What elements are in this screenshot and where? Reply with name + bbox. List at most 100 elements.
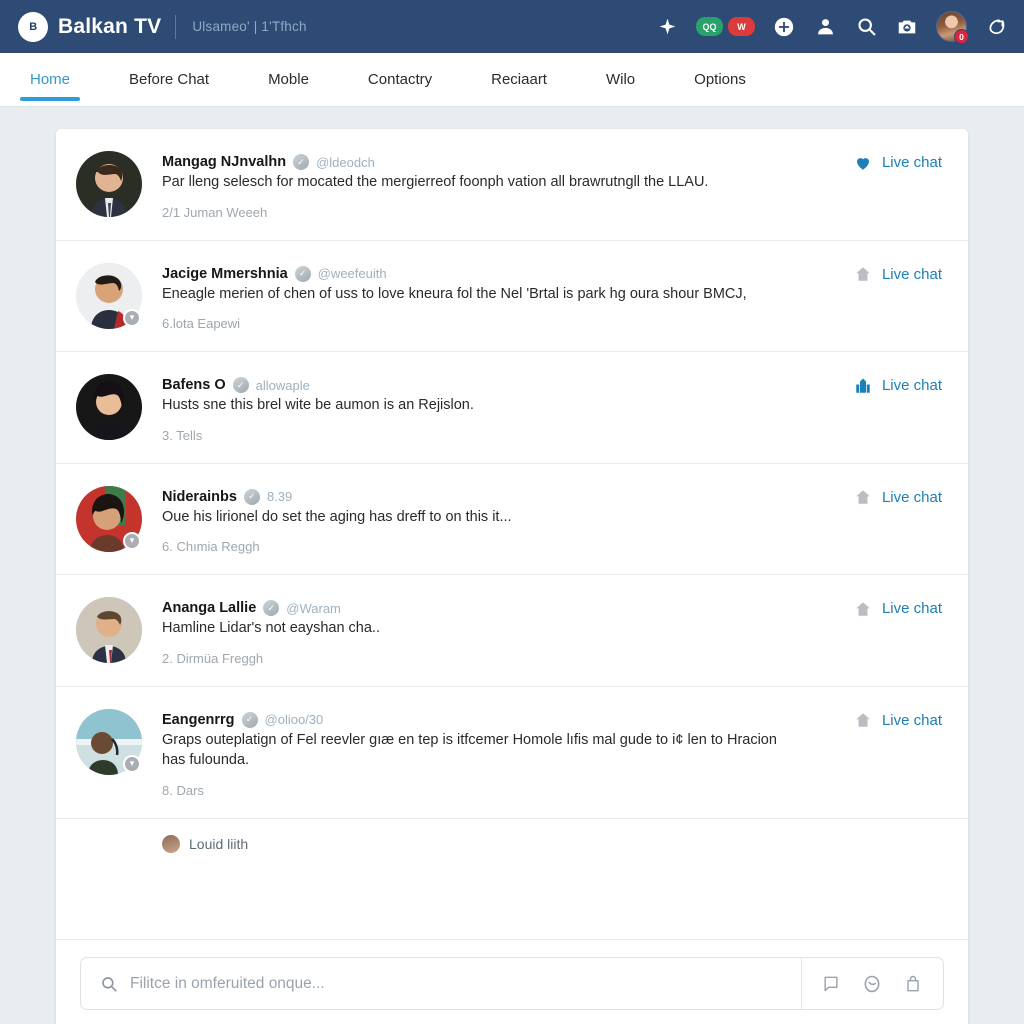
add-circle-icon[interactable]	[772, 15, 796, 39]
row-body: Niderainbs ✓ 8.39 Oue his lirionel do se…	[162, 486, 942, 555]
verified-icon: ✓	[232, 377, 249, 394]
tab-before-chat[interactable]: Before Chat	[123, 53, 215, 106]
search-icon	[99, 974, 118, 993]
refresh-leaf-icon[interactable]	[984, 15, 1008, 39]
tab-home[interactable]: Home	[19, 53, 81, 106]
avatar	[76, 597, 142, 664]
live-chat-label: Live chat	[881, 488, 942, 506]
row-avatar-wrap: ▾	[76, 262, 142, 329]
search-left	[81, 958, 801, 1009]
status-pill-red[interactable]: W	[728, 17, 755, 36]
home-icon	[854, 711, 873, 730]
live-chat-button[interactable]: Live chat	[854, 711, 942, 730]
feed-footnote[interactable]: Louid liith	[56, 819, 968, 854]
brand-logo-icon: B	[18, 11, 48, 42]
live-chat-button[interactable]: Live chat	[854, 488, 942, 507]
feed-row[interactable]: ▾ Jacige Mmershnia ✓ @weefeuith Eneagle …	[56, 241, 968, 353]
app-header: B Balkan TV Ulsameo' | 1'Tfhch QQ W 0	[0, 0, 1024, 53]
live-chat-label: Live chat	[881, 154, 942, 171]
row-name: Ananga Lallie	[162, 600, 257, 617]
search-icon[interactable]	[854, 15, 878, 39]
live-chat-button[interactable]: Live chat	[854, 265, 942, 284]
row-head: Mangag NJnvalhn ✓ @ldeodch	[162, 154, 942, 170]
avatar-badge-icon: ▾	[123, 531, 141, 550]
row-head: Bafens O ✓ allowaple	[162, 377, 942, 394]
row-body: Jacige Mmershnia ✓ @weefeuith Eneagle me…	[162, 263, 942, 332]
status-pill-green[interactable]: QQ	[696, 17, 723, 36]
user-avatar[interactable]: 0	[936, 11, 969, 44]
feed-row[interactable]: ▾ Niderainbs ✓ 8.39 Oue his lirionel do …	[56, 464, 968, 576]
row-head: Niderainbs ✓ 8.39	[162, 488, 942, 505]
row-handle: allowaple	[255, 377, 310, 393]
row-meta: 6.lota Eapewi	[162, 316, 241, 332]
tab-moble[interactable]: Moble	[262, 53, 315, 106]
tab-contactry[interactable]: Contactry	[362, 53, 438, 106]
row-avatar-wrap	[76, 374, 142, 441]
feed-row[interactable]: Bafens O ✓ allowaple Husts sne this brel…	[56, 352, 968, 464]
row-head: Jacige Mmershnia ✓ @weefeuith	[162, 265, 942, 282]
verified-icon: ✓	[243, 488, 260, 505]
footnote-label: Louid liith	[189, 836, 249, 853]
row-body: Mangag NJnvalhn ✓ @ldeodch Par lleng sel…	[162, 151, 942, 220]
person-icon[interactable]	[813, 15, 837, 39]
avatar	[76, 374, 142, 441]
row-handle: @weefeuith	[317, 266, 387, 282]
comment-icon[interactable]	[820, 973, 842, 995]
header-divider	[175, 14, 177, 39]
feed-row[interactable]: Mangag NJnvalhn ✓ @ldeodch Par lleng sel…	[56, 129, 968, 241]
tab-bar: Home Before Chat Moble Contactry Reciaar…	[0, 53, 1024, 107]
row-avatar-wrap: ▾	[76, 485, 142, 552]
verified-icon: ✓	[293, 154, 310, 170]
row-text: Graps outeplatign of Fel reevler gıæ en …	[162, 731, 777, 769]
sparkle-icon[interactable]	[655, 15, 679, 39]
row-handle: @olioo/30	[264, 712, 324, 728]
row-name: Eangenrrg	[162, 711, 235, 728]
row-meta: 3. Tells	[162, 427, 203, 443]
row-text: Par lleng selesch for mocated the mergie…	[162, 174, 709, 190]
row-name: Bafens O	[162, 377, 226, 394]
row-head: Ananga Lallie ✓ @Waram	[162, 600, 942, 617]
status-pill-group[interactable]: QQ W	[696, 17, 755, 36]
search-input[interactable]	[130, 974, 783, 993]
feed-list: Mangag NJnvalhn ✓ @ldeodch Par lleng sel…	[56, 129, 968, 939]
brand-name: Balkan TV	[58, 14, 162, 38]
live-chat-button[interactable]: Live chat	[854, 376, 942, 395]
live-chat-label: Live chat	[881, 600, 942, 618]
tab-reciaart[interactable]: Reciaart	[485, 53, 553, 106]
camera-icon[interactable]	[895, 15, 919, 39]
live-chat-button[interactable]: Live chat	[854, 599, 942, 618]
live-chat-button[interactable]: Live chat	[854, 153, 942, 172]
row-body: Bafens O ✓ allowaple Husts sne this brel…	[162, 374, 942, 443]
live-chat-label: Live chat	[881, 265, 942, 283]
tab-options[interactable]: Options	[688, 53, 752, 106]
notification-badge: 0	[954, 29, 969, 44]
feed-row[interactable]: ▾ Eangenrrg ✓ @olioo/30 Graps outeplatig…	[56, 687, 968, 820]
verified-icon: ✓	[294, 265, 311, 282]
bag-icon[interactable]	[902, 973, 924, 995]
row-avatar-wrap	[76, 151, 142, 217]
brand-group[interactable]: B Balkan TV	[18, 11, 162, 42]
emoji-icon[interactable]	[861, 973, 883, 995]
verified-icon: ✓	[241, 711, 258, 728]
avatar-badge-icon: ▾	[123, 754, 141, 773]
row-name: Jacige Mmershnia	[162, 265, 288, 282]
row-body: Ananga Lallie ✓ @Waram Hamline Lidar's n…	[162, 597, 942, 666]
footnote-avatar-icon	[162, 835, 180, 854]
building-icon	[854, 376, 873, 395]
feed-row[interactable]: Ananga Lallie ✓ @Waram Hamline Lidar's n…	[56, 575, 968, 687]
row-name: Niderainbs	[162, 488, 237, 505]
row-meta: 8. Dars	[162, 783, 204, 799]
row-avatar-wrap	[76, 597, 142, 664]
row-meta: 2. Dirmüa Freggh	[162, 650, 264, 666]
brand-logo-mark: B	[29, 20, 37, 33]
home-icon	[854, 265, 873, 284]
main-stage: Mangag NJnvalhn ✓ @ldeodch Par lleng sel…	[0, 107, 1024, 1024]
row-handle: @ldeodch	[316, 154, 375, 170]
header-actions: QQ W 0	[655, 11, 1008, 44]
row-meta: 6. Chımia Reggh	[162, 539, 260, 555]
verified-icon: ✓	[263, 600, 280, 617]
row-text: Husts sne this brel wite be aumon is an …	[162, 397, 474, 414]
home-icon	[854, 599, 873, 618]
header-subtitle: Ulsameo' | 1'Tfhch	[192, 19, 307, 34]
tab-wilo[interactable]: Wilo	[600, 53, 641, 106]
